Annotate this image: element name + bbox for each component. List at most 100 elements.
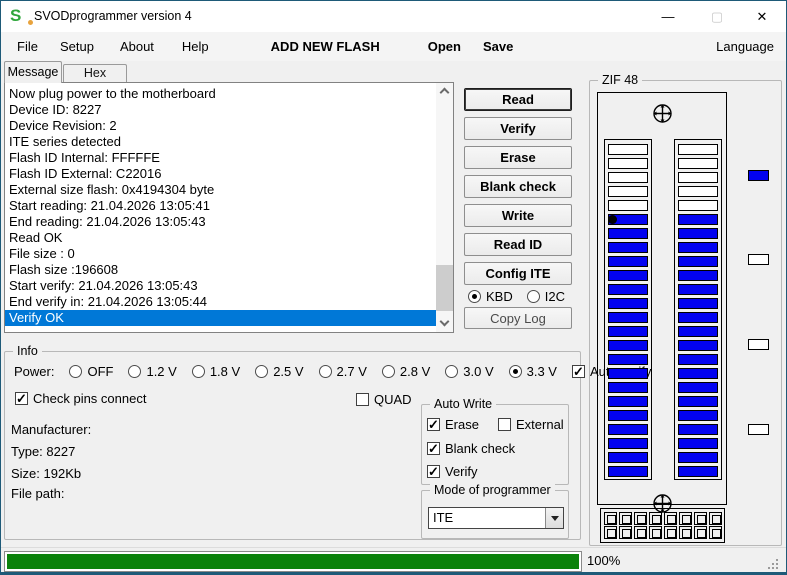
- radio-off-icon[interactable]: [128, 365, 142, 378]
- radio-off-icon[interactable]: [191, 365, 205, 378]
- radio-off-icon[interactable]: [381, 365, 395, 378]
- check-on-icon[interactable]: [427, 417, 440, 433]
- zif-pin: [678, 256, 718, 267]
- auto-write-group-label: Auto Write: [430, 397, 497, 411]
- message-log[interactable]: Now plug power to the motherboard Device …: [4, 82, 454, 333]
- title-bar[interactable]: S SVODprogrammer version 4 — ▢ ✕: [1, 1, 786, 32]
- verify-checkbox[interactable]: Verify: [427, 464, 478, 480]
- tab-message[interactable]: Message: [4, 61, 62, 83]
- chevron-down-icon[interactable]: [545, 508, 563, 528]
- log-line[interactable]: File size : 0: [5, 246, 436, 262]
- read-id-button[interactable]: Read ID: [464, 233, 572, 256]
- close-button[interactable]: ✕: [745, 1, 779, 32]
- power-label: Power:: [14, 364, 55, 379]
- log-line[interactable]: End verify in: 21.04.2026 13:05:44: [5, 294, 436, 310]
- radio-off-icon[interactable]: [526, 290, 540, 303]
- minimize-button[interactable]: —: [651, 1, 685, 32]
- log-line[interactable]: Start verify: 21.04.2026 13:05:43: [5, 278, 436, 294]
- power-2.7v-radio-label: 2.7 V: [336, 364, 367, 379]
- radio-off-icon[interactable]: [445, 365, 459, 378]
- radio-on-icon[interactable]: [508, 365, 522, 378]
- log-line[interactable]: External size flash: 0x4194304 byte: [5, 182, 436, 198]
- check-on-icon[interactable]: [571, 364, 585, 380]
- check-on-icon[interactable]: [427, 464, 440, 480]
- menu-item-about[interactable]: About: [120, 39, 154, 54]
- log-line[interactable]: Flash size :196608: [5, 262, 436, 278]
- blank-check-checkbox[interactable]: Blank check: [427, 441, 515, 457]
- menu-item-save[interactable]: Save: [483, 39, 513, 54]
- erase-button[interactable]: Erase: [464, 146, 572, 169]
- power-3.0v-radio[interactable]: 3.0 V: [445, 364, 494, 379]
- config-ite-button[interactable]: Config ITE: [464, 262, 572, 285]
- power-3.3v-radio[interactable]: 3.3 V: [508, 364, 557, 379]
- external-checkbox[interactable]: External: [498, 417, 564, 432]
- log-line[interactable]: ITE series detected: [5, 134, 436, 150]
- info-field: Type: 8227: [11, 444, 76, 459]
- zif-pin: [608, 354, 648, 365]
- connector-block: [600, 508, 725, 543]
- check-on-icon[interactable]: [15, 391, 28, 407]
- status-bar: 100%: [1, 547, 786, 572]
- zif-pin: [608, 144, 648, 155]
- radio-on-icon[interactable]: [468, 290, 481, 303]
- menu-item-file[interactable]: File: [17, 39, 38, 54]
- radio-off-icon[interactable]: [318, 365, 332, 378]
- blank-check-button[interactable]: Blank check: [464, 175, 572, 198]
- check-off-icon[interactable]: [498, 418, 511, 431]
- scroll-down-icon[interactable]: [436, 315, 453, 332]
- menu-item-add-new-flash[interactable]: ADD NEW FLASH: [271, 39, 380, 54]
- log-line[interactable]: End reading: 21.04.2026 13:05:43: [5, 214, 436, 230]
- log-line[interactable]: Flash ID External: C22016: [5, 166, 436, 182]
- quad-checkbox[interactable]: QUAD: [356, 392, 412, 407]
- log-line[interactable]: Now plug power to the motherboard: [5, 86, 436, 102]
- check-off-icon[interactable]: [356, 393, 369, 406]
- check-pins-connect-checkbox[interactable]: Check pins connect: [15, 391, 146, 407]
- copy-log-button[interactable]: Copy Log: [464, 307, 572, 329]
- kbd-radio[interactable]: KBD: [468, 289, 513, 304]
- radio-off-icon[interactable]: [69, 365, 83, 378]
- menu-item-language[interactable]: Language: [716, 39, 774, 54]
- zif-pin: [608, 382, 648, 393]
- log-line[interactable]: Device ID: 8227: [5, 102, 436, 118]
- scrollbar-thumb[interactable]: [436, 265, 453, 311]
- verify-button[interactable]: Verify: [464, 117, 572, 140]
- log-line[interactable]: Verify OK: [5, 310, 436, 326]
- power-2.7v-radio[interactable]: 2.7 V: [318, 364, 367, 379]
- external-checkbox-label: External: [516, 417, 564, 432]
- menu-item-setup[interactable]: Setup: [60, 39, 94, 54]
- menu-item-help[interactable]: Help: [182, 39, 209, 54]
- log-line[interactable]: Device Revision: 2: [5, 118, 436, 134]
- menu-item-open[interactable]: Open: [428, 39, 461, 54]
- check-on-icon[interactable]: [427, 441, 440, 457]
- auto-write-group: Auto Write Erase ExternalBlank check Verif…: [421, 397, 569, 485]
- pin-column-left: [604, 139, 652, 480]
- power-1.2v-radio[interactable]: 1.2 V: [128, 364, 177, 379]
- connector-cell: [618, 526, 632, 539]
- zif-pin: [678, 172, 718, 183]
- read-button[interactable]: Read: [464, 88, 572, 111]
- log-line[interactable]: Flash ID Internal: FFFFFE: [5, 150, 436, 166]
- progress-percent: 100%: [587, 553, 621, 568]
- erase-checkbox[interactable]: Erase: [427, 417, 479, 433]
- power-off-radio[interactable]: OFF: [69, 364, 113, 379]
- log-scrollbar[interactable]: [436, 83, 453, 332]
- tab-hex-viewer[interactable]: Hex Viewer: [63, 64, 127, 97]
- pin1-dot: [608, 215, 617, 224]
- zif-pin: [678, 214, 718, 225]
- resize-grip[interactable]: [768, 557, 782, 571]
- programmer-mode-select[interactable]: ITE: [428, 507, 564, 529]
- zif-pin: [678, 368, 718, 379]
- i2c-radio[interactable]: I2C: [526, 289, 565, 304]
- log-line[interactable]: Read OK: [5, 230, 436, 246]
- power-1.8v-radio[interactable]: 1.8 V: [191, 364, 240, 379]
- side-indicator: [748, 170, 769, 181]
- write-button[interactable]: Write: [464, 204, 572, 227]
- power-2.8v-radio[interactable]: 2.8 V: [381, 364, 430, 379]
- zif-pin: [608, 200, 648, 211]
- zif-pin: [608, 214, 648, 225]
- scroll-up-icon[interactable]: [436, 83, 453, 100]
- power-2.5v-radio[interactable]: 2.5 V: [255, 364, 304, 379]
- radio-off-icon[interactable]: [255, 365, 269, 378]
- log-line[interactable]: Start reading: 21.04.2026 13:05:41: [5, 198, 436, 214]
- zif-pin: [678, 424, 718, 435]
